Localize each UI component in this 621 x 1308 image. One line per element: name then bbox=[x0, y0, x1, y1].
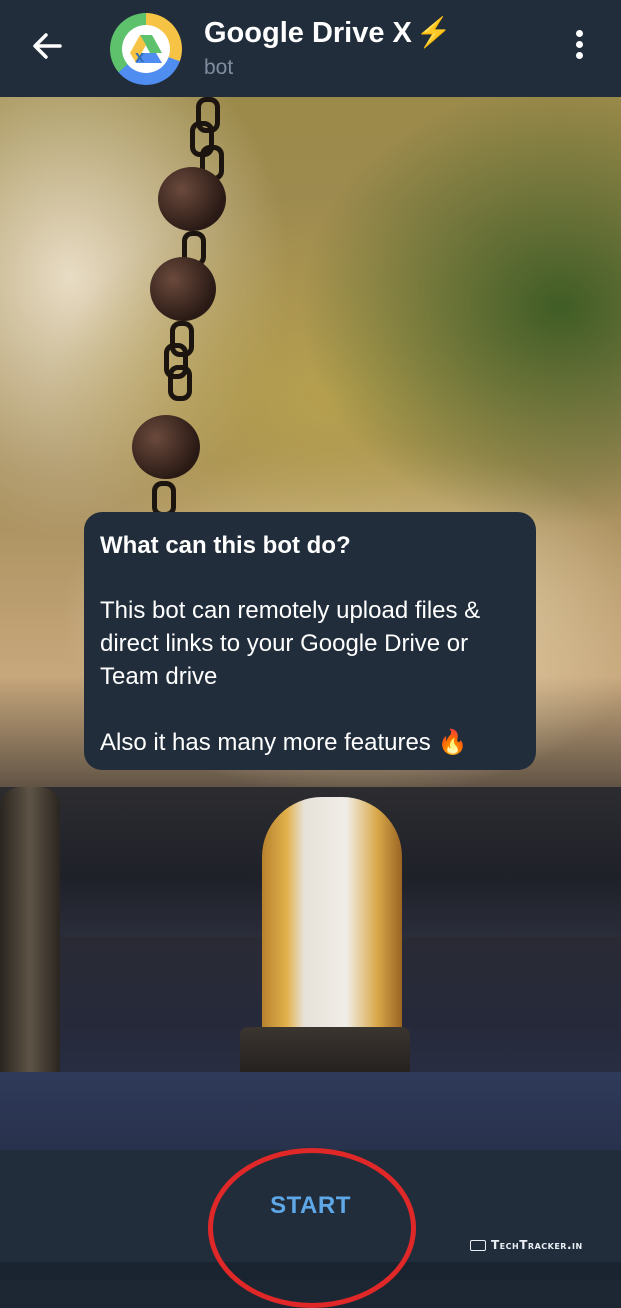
dashboard-floor bbox=[0, 1072, 621, 1150]
bot-avatar[interactable]: X bbox=[110, 13, 182, 85]
chat-header: X Google Drive X ⚡ bot bbox=[0, 0, 621, 97]
chat-subtitle: bot bbox=[204, 56, 234, 79]
left-figurine bbox=[0, 787, 60, 1077]
chat-title: Google Drive X ⚡ bbox=[204, 17, 452, 49]
browser-icon bbox=[470, 1239, 486, 1251]
watermark-text: TechTracker.in bbox=[491, 1238, 583, 1252]
more-options-button[interactable] bbox=[560, 26, 598, 74]
bubble-title: What can this bot do? bbox=[100, 532, 351, 559]
bubble-extra-text: Also it has many more features 🔥 bbox=[100, 729, 468, 756]
bubble-description: This bot can remotely upload files & dir… bbox=[100, 597, 481, 690]
system-nav-strip bbox=[0, 1262, 621, 1280]
google-drive-x-logo: X bbox=[122, 25, 170, 73]
arrow-left-icon bbox=[33, 33, 62, 59]
more-vertical-icon bbox=[560, 30, 598, 59]
chat-title-block[interactable]: Google Drive X ⚡ bot bbox=[204, 14, 452, 80]
svg-text:X: X bbox=[135, 51, 145, 65]
statue-figure bbox=[262, 797, 402, 1057]
bot-description-bubble: What can this bot do? This bot can remot… bbox=[84, 512, 536, 770]
lightning-icon: ⚡ bbox=[415, 17, 452, 49]
back-button[interactable] bbox=[24, 22, 72, 70]
watermark: TechTracker.in bbox=[470, 1238, 583, 1252]
